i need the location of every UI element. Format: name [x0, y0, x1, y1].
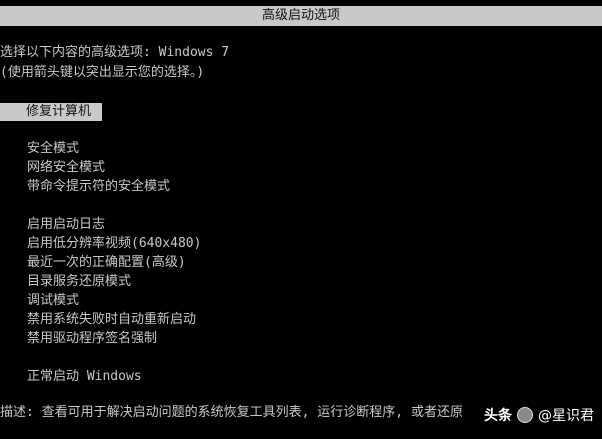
- option-repair-computer[interactable]: 修复计算机: [0, 103, 102, 121]
- watermark: 头条 @星识君: [484, 404, 594, 426]
- option-low-resolution-video[interactable]: 启用低分辨率视频(640x480): [27, 235, 201, 253]
- option-directory-services-restore[interactable]: 目录服务还原模式: [27, 273, 131, 291]
- option-start-windows-normally[interactable]: 正常启动 Windows: [27, 368, 142, 386]
- author-avatar-icon: [517, 407, 533, 423]
- option-boot-logging[interactable]: 启用启动日志: [27, 216, 105, 234]
- option-safe-mode[interactable]: 安全模式: [27, 140, 79, 158]
- watermark-author: @星识君: [538, 408, 594, 424]
- option-disable-driver-signature[interactable]: 禁用驱动程序签名强制: [27, 330, 157, 348]
- option-last-known-good[interactable]: 最近一次的正确配置(高级): [27, 254, 186, 272]
- page-title: 高级启动选项: [0, 6, 602, 26]
- intro-os-line: 选择以下内容的高级选项: Windows 7: [0, 45, 230, 60]
- description-text: 描述: 查看可用于解决启动问题的系统恢复工具列表, 运行诊断程序, 或者还原: [0, 405, 463, 420]
- option-safe-mode-command-prompt[interactable]: 带命令提示符的安全模式: [27, 178, 170, 196]
- intro-hint-line: (使用箭头键以突出显示您的选择。): [0, 65, 205, 80]
- option-safe-mode-networking[interactable]: 网络安全模式: [27, 159, 105, 177]
- watermark-logo: 头条: [484, 408, 512, 424]
- option-debugging-mode[interactable]: 调试模式: [27, 292, 79, 310]
- option-disable-auto-restart[interactable]: 禁用系统失败时自动重新启动: [27, 311, 196, 329]
